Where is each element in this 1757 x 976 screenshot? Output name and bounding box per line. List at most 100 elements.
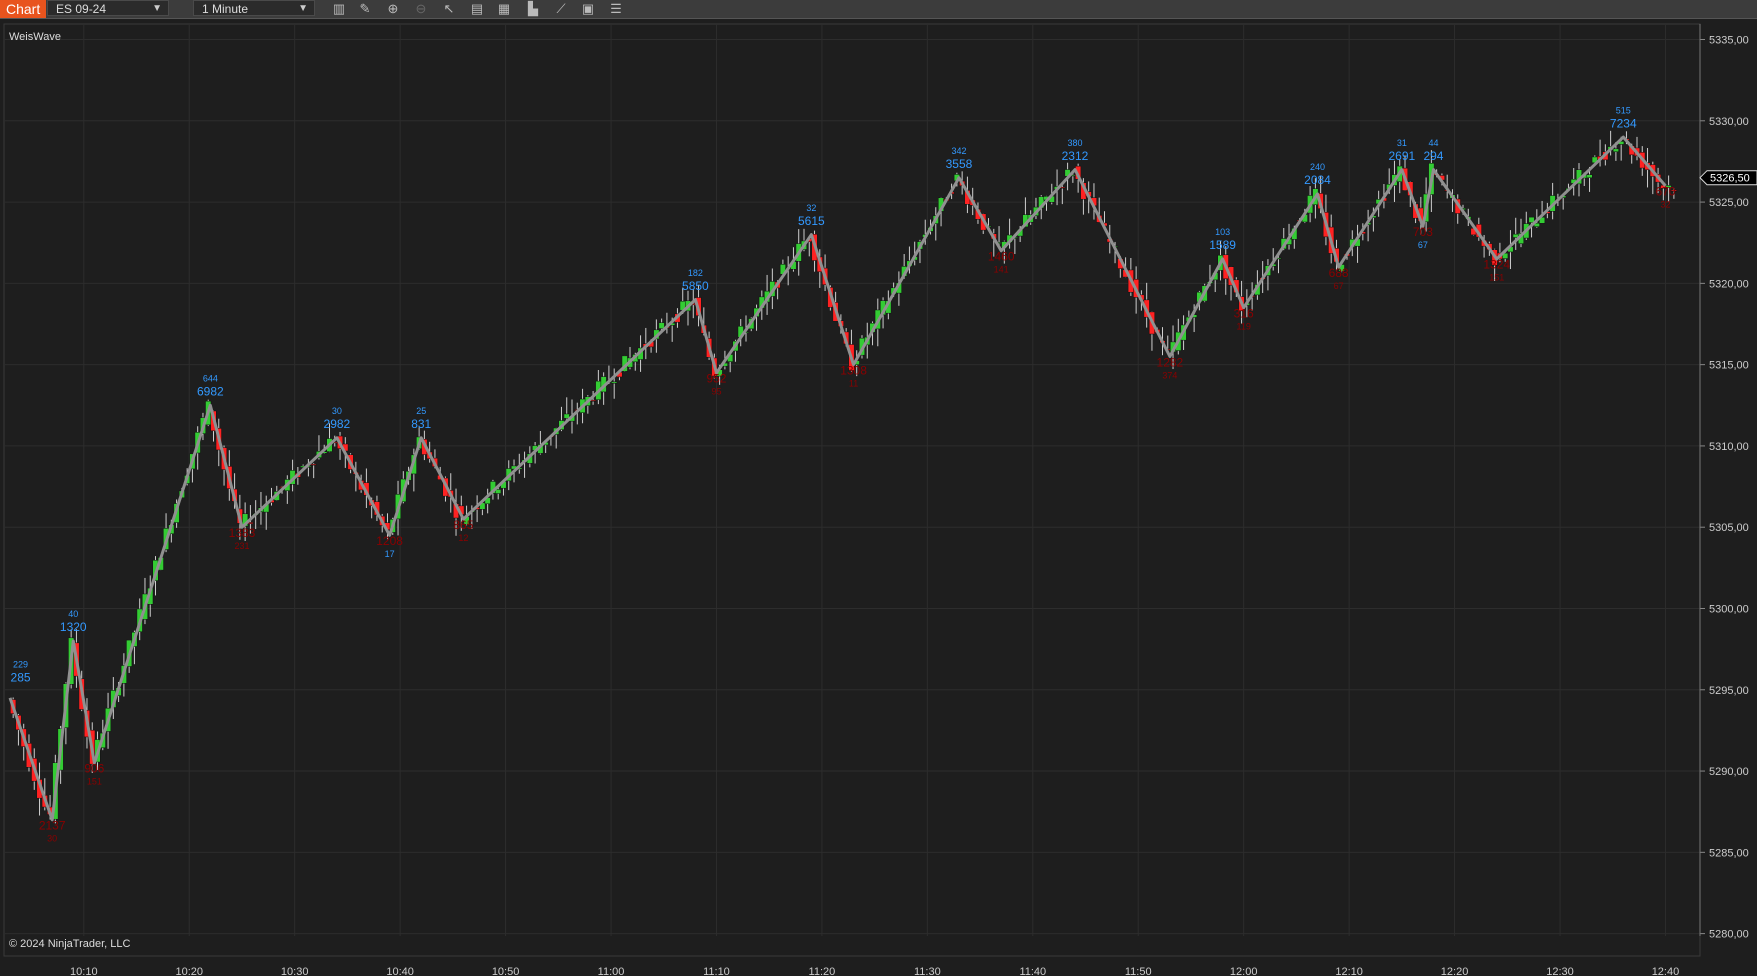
x-tick-label: 11:40	[1019, 966, 1046, 976]
indicators-icon[interactable]: ▙	[525, 1, 541, 17]
wave-volume-label: 1320	[60, 620, 87, 634]
wave-count-label: 151	[1489, 273, 1504, 283]
x-tick-label: 12:00	[1230, 966, 1258, 976]
plot-border	[3, 23, 1701, 957]
wave-volume-label: 670	[1655, 185, 1675, 199]
chart-trader-icon[interactable]: ▣	[580, 1, 596, 17]
wave-count-label: 44	[1428, 138, 1438, 148]
zoom-out-icon[interactable]: ⊖	[413, 1, 429, 17]
y-tick-label: 5280,00	[1709, 929, 1749, 941]
y-tick-label: 5335,00	[1709, 35, 1749, 47]
wave-volume-label: 1383	[229, 526, 256, 540]
y-tick-label: 5330,00	[1709, 116, 1749, 128]
wave-volume-label: 703	[1413, 225, 1433, 239]
price-chart[interactable]: 5280,00 5285,00 5290,00 5295,00 5300,00 5305,…	[0, 20, 1757, 976]
wave-volume-label: 865	[453, 518, 473, 532]
indicator-label: WeisWave	[9, 31, 61, 43]
x-tick-label: 12:30	[1546, 966, 1574, 976]
wave-volume-label: 1589	[1209, 238, 1236, 252]
y-tick-label: 5315,00	[1709, 360, 1749, 372]
x-tick-label: 12:40	[1652, 966, 1680, 976]
candle-up	[1586, 174, 1593, 179]
wave-volume-label: 1308	[840, 363, 867, 377]
last-price-label: 5326,50	[1710, 173, 1750, 185]
wave-count-label: 40	[68, 609, 78, 619]
y-tick-label: 5325,00	[1709, 197, 1749, 209]
chevron-down-icon[interactable]: ▼	[152, 1, 162, 17]
wave-count-label: 67	[1418, 240, 1428, 250]
wave-volume-label: 952	[706, 372, 726, 386]
wave-volume-label: 7234	[1610, 116, 1637, 130]
candle-up	[611, 381, 618, 384]
wave-volume-label: 5850	[682, 279, 709, 293]
instrument-value: ES 09-24	[56, 2, 107, 16]
wave-count-label: 141	[994, 265, 1009, 275]
list-icon[interactable]: ☰	[608, 1, 624, 17]
chart-toolbar: Chart ES 09-24 ▼ 1 Minute ▼ ▥ ✎ ⊕ ⊖ ↖ ▤ …	[0, 0, 1757, 19]
wave-count-label: 32	[806, 203, 816, 213]
y-tick-label: 5285,00	[1709, 847, 1749, 859]
wave-count-label: 32	[1660, 200, 1670, 210]
y-tick-label: 5320,00	[1709, 278, 1749, 290]
interval-value: 1 Minute	[202, 2, 249, 16]
interval-selector[interactable]: 1 Minute ▼	[193, 0, 315, 16]
x-tick-label: 11:30	[914, 966, 941, 976]
wave-volume-label: 5615	[798, 214, 825, 228]
chevron-down-icon[interactable]: ▼	[298, 1, 308, 17]
y-tick-label: 5305,00	[1709, 522, 1749, 534]
x-tick-label: 11:00	[598, 966, 625, 976]
wave-count-label: 380	[1067, 138, 1082, 148]
wave-count-label: 12	[458, 533, 468, 543]
x-tick-label: 11:50	[1125, 966, 1152, 976]
y-tick-label: 5290,00	[1709, 766, 1749, 778]
wave-volume-label: 294	[1423, 149, 1443, 163]
wave-count-label: 374	[1162, 370, 1177, 380]
wave-volume-label: 2084	[1304, 173, 1331, 187]
wave-volume-label: 1208	[376, 534, 403, 548]
zoom-in-icon[interactable]: ⊕	[385, 1, 401, 17]
pencil-icon[interactable]: ✎	[357, 1, 373, 17]
candle-down	[310, 463, 317, 466]
wave-count-label: 67	[1334, 281, 1344, 291]
x-tick-label: 10:20	[175, 966, 203, 976]
wave-count-label: 103	[1215, 227, 1230, 237]
wave-count-label: 151	[87, 777, 102, 787]
y-tick-label: 5295,00	[1709, 685, 1749, 697]
x-tick-label: 12:10	[1335, 966, 1363, 976]
wave-count-label: 30	[332, 406, 342, 416]
instrument-selector[interactable]: ES 09-24 ▼	[47, 0, 169, 16]
x-tick-label: 12:20	[1441, 966, 1469, 976]
chart-tab[interactable]: Chart	[0, 0, 47, 18]
wave-count-label: 95	[711, 387, 721, 397]
wave-volume-label: 3558	[946, 157, 973, 171]
x-tick-label: 10:30	[281, 966, 309, 976]
wave-count-label: 229	[13, 660, 28, 670]
wave-count-label: 31	[1397, 138, 1407, 148]
wave-count-label: 231	[234, 541, 249, 551]
wave-volume-label: 1282	[1157, 355, 1184, 369]
x-tick-label: 11:20	[809, 966, 836, 976]
wave-count-label: 25	[416, 406, 426, 416]
wave-count-label: 119	[1237, 321, 1251, 331]
wave-volume-label: 2691	[1388, 149, 1415, 163]
data-box-icon[interactable]: ▤	[469, 1, 485, 17]
wave-count-label: 240	[1310, 162, 1325, 172]
wave-volume-label: 1324	[1483, 258, 1510, 272]
x-tick-label: 10:10	[70, 966, 98, 976]
y-tick-label: 5300,00	[1709, 603, 1749, 615]
wave-volume-label: 906	[84, 762, 104, 776]
wave-volume-label: 285	[11, 671, 31, 685]
wave-volume-label: 316	[1234, 306, 1254, 320]
chart-panel[interactable]: 5280,00 5285,00 5290,00 5295,00 5300,00 5305,…	[0, 20, 1757, 976]
properties-icon[interactable]: ▦	[496, 1, 512, 17]
cursor-icon[interactable]: ↖	[441, 1, 457, 17]
copyright-text: © 2024 NinjaTrader, LLC	[9, 938, 131, 950]
candle-up	[495, 489, 502, 494]
strategies-icon[interactable]: ⟋	[553, 1, 569, 17]
wave-count-label: 30	[47, 834, 57, 844]
wave-count-label: 515	[1616, 105, 1631, 115]
wave-count-label: 182	[688, 268, 703, 278]
x-tick-label: 11:10	[703, 966, 730, 976]
wave-volume-label: 831	[411, 417, 431, 431]
bar-style-icon[interactable]: ▥	[331, 1, 347, 17]
